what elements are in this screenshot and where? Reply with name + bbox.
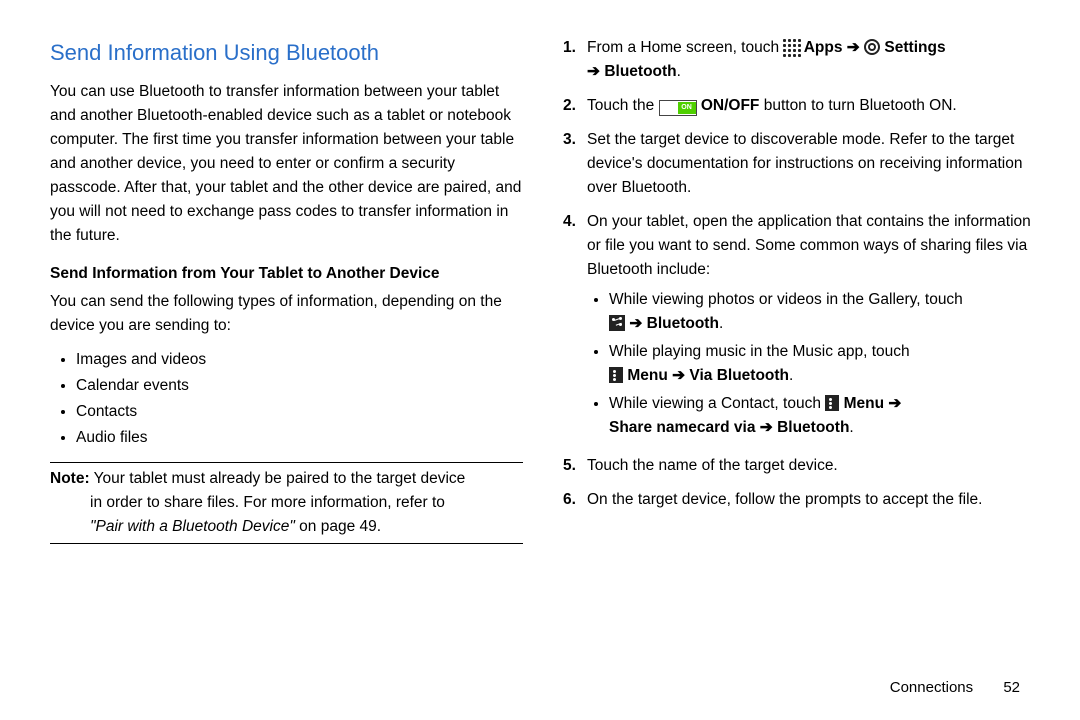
step-item: 4. On your tablet, open the application …	[563, 210, 1036, 444]
step-body: Set the target device to discoverable mo…	[587, 128, 1036, 200]
list-item: Calendar events	[76, 374, 523, 398]
bluetooth-label: Bluetooth	[604, 63, 676, 80]
note-page: on page 49.	[295, 518, 381, 535]
arrow-icon: ➔	[629, 315, 642, 332]
left-column: Send Information Using Bluetooth You can…	[50, 36, 523, 556]
step-item: 5. Touch the name of the target device.	[563, 454, 1036, 478]
arrow-icon: ➔	[888, 395, 901, 412]
list-item: While viewing a Contact, touch Menu ➔ Sh…	[609, 392, 1036, 440]
note-indent: in order to share files. For more inform…	[50, 491, 523, 539]
settings-label: Settings	[884, 39, 945, 56]
right-column: 1. From a Home screen, touch Apps ➔ Sett…	[563, 36, 1036, 556]
step-item: 3. Set the target device to discoverable…	[563, 128, 1036, 200]
note-text: in order to share files. For more inform…	[90, 494, 445, 511]
step-number: 3.	[563, 128, 587, 200]
share-icon	[609, 315, 625, 331]
footer-section: Connections	[890, 679, 973, 696]
sub-text: While playing music in the Music app, to…	[609, 343, 910, 360]
bluetooth-label: Bluetooth	[647, 315, 719, 332]
note-text: Your tablet must already be paired to th…	[90, 470, 466, 487]
step-body: Touch the name of the target device.	[587, 454, 1036, 478]
step-body: On your tablet, open the application tha…	[587, 210, 1036, 444]
step-text: From a Home screen, touch	[587, 39, 783, 56]
list-item: Images and videos	[76, 348, 523, 372]
divider	[50, 462, 523, 463]
note-link: "Pair with a Bluetooth Device"	[90, 518, 295, 535]
arrow-icon: ➔	[760, 419, 773, 436]
step-body: Touch the ON ON/OFF button to turn Bluet…	[587, 94, 1036, 118]
list-item: While viewing photos or videos in the Ga…	[609, 288, 1036, 336]
share-namecard-label: Share namecard via	[609, 419, 760, 436]
note-label: Note:	[50, 470, 90, 487]
page-content: Send Information Using Bluetooth You can…	[0, 0, 1080, 556]
step-body: From a Home screen, touch Apps ➔ Setting…	[587, 36, 1036, 84]
menu-label: Menu	[627, 367, 672, 384]
sub-text: While viewing a Contact, touch	[609, 395, 825, 412]
menu-icon	[609, 367, 623, 383]
page-footer: Connections 52	[890, 679, 1020, 696]
list-item: Audio files	[76, 426, 523, 450]
menu-label: Menu	[844, 395, 889, 412]
divider	[50, 543, 523, 544]
step-item: 6. On the target device, follow the prom…	[563, 488, 1036, 512]
step-text: Touch the	[587, 97, 659, 114]
on-off-toggle-icon: ON	[659, 100, 697, 116]
apps-grid-icon	[783, 39, 799, 55]
sharing-ways-list: While viewing photos or videos in the Ga…	[587, 288, 1036, 440]
step-text: On your tablet, open the application tha…	[587, 213, 1031, 278]
step-body: On the target device, follow the prompts…	[587, 488, 1036, 512]
sub-text: While viewing photos or videos in the Ga…	[609, 291, 963, 308]
subheading: Send Information from Your Tablet to Ano…	[50, 262, 523, 286]
section-heading: Send Information Using Bluetooth	[50, 36, 523, 70]
note-block: Note: Your tablet must already be paired…	[50, 462, 523, 544]
step-number: 5.	[563, 454, 587, 478]
step-number: 4.	[563, 210, 587, 444]
arrow-icon: ➔	[847, 39, 860, 56]
step-item: 2. Touch the ON ON/OFF button to turn Bl…	[563, 94, 1036, 118]
gear-icon	[864, 39, 880, 55]
steps-list: 1. From a Home screen, touch Apps ➔ Sett…	[563, 36, 1036, 512]
menu-icon	[825, 395, 839, 411]
onoff-label: ON/OFF	[701, 97, 760, 114]
footer-page-number: 52	[1003, 679, 1020, 696]
step-number: 2.	[563, 94, 587, 118]
step-number: 1.	[563, 36, 587, 84]
step-number: 6.	[563, 488, 587, 512]
toggle-on-label: ON	[678, 102, 696, 114]
apps-label: Apps	[804, 39, 847, 56]
step-text: button to turn Bluetooth ON.	[759, 97, 956, 114]
youcan-paragraph: You can send the following types of info…	[50, 290, 523, 338]
arrow-icon: ➔	[587, 63, 600, 80]
bluetooth-label: Bluetooth	[777, 419, 849, 436]
list-item: While playing music in the Music app, to…	[609, 340, 1036, 388]
intro-paragraph: You can use Bluetooth to transfer inform…	[50, 80, 523, 248]
via-bluetooth-label: Via Bluetooth	[689, 367, 789, 384]
step-item: 1. From a Home screen, touch Apps ➔ Sett…	[563, 36, 1036, 84]
list-item: Contacts	[76, 400, 523, 424]
info-types-list: Images and videos Calendar events Contac…	[50, 348, 523, 450]
arrow-icon: ➔	[672, 367, 685, 384]
